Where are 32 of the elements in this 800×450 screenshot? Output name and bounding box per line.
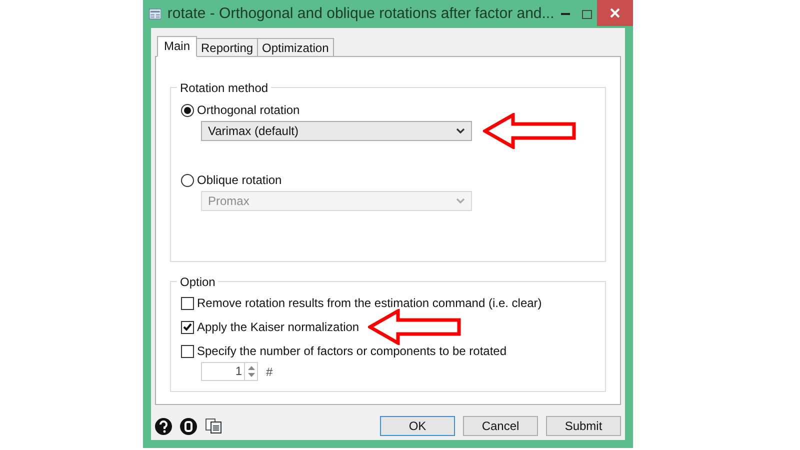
dropdown[interactable]: Varimax (default) — [201, 121, 472, 141]
checkbox-label: Apply the Kaiser normalization — [197, 319, 360, 336]
reset-icon[interactable] — [180, 418, 197, 434]
tab[interactable]: Optimization — [257, 38, 334, 56]
close-icon — [610, 8, 620, 18]
dialog-button[interactable]: Submit — [546, 416, 621, 436]
number-spinner[interactable]: 1 — [201, 362, 258, 381]
tab[interactable]: Main — [157, 36, 198, 57]
up-arrow-icon[interactable] — [248, 366, 254, 370]
dialog-button[interactable]: Cancel — [463, 416, 538, 436]
maximize-icon — [582, 10, 592, 18]
copy-icon[interactable] — [205, 418, 222, 434]
app-icon — [149, 7, 162, 21]
checkbox-label: Remove rotation results from the estimation command (i.e. clear) — [197, 295, 542, 312]
radio-button[interactable] — [181, 104, 194, 116]
dialog-button[interactable]: OK — [380, 416, 455, 436]
chevron-icon — [456, 198, 465, 204]
checkbox-label: Specify the number of factors or components to be rotated — [197, 343, 507, 360]
down-arrow-icon[interactable] — [248, 373, 254, 377]
checkbox[interactable] — [181, 296, 194, 310]
close-button[interactable] — [597, 0, 633, 26]
minimize-icon — [560, 13, 570, 15]
radio-label: Orthogonal rotation — [197, 102, 300, 119]
window-title: rotate - Orthogonal and oblique rotations after factor and... — [167, 4, 554, 24]
hash-label: # — [266, 364, 273, 380]
chevron-icon — [456, 128, 465, 134]
checkbox[interactable] — [181, 320, 194, 334]
tab[interactable]: Reporting — [196, 38, 258, 56]
radio-button[interactable] — [181, 174, 194, 186]
help-icon[interactable] — [155, 418, 172, 434]
radio-label: Oblique rotation — [197, 172, 282, 189]
checkbox[interactable] — [181, 344, 194, 358]
